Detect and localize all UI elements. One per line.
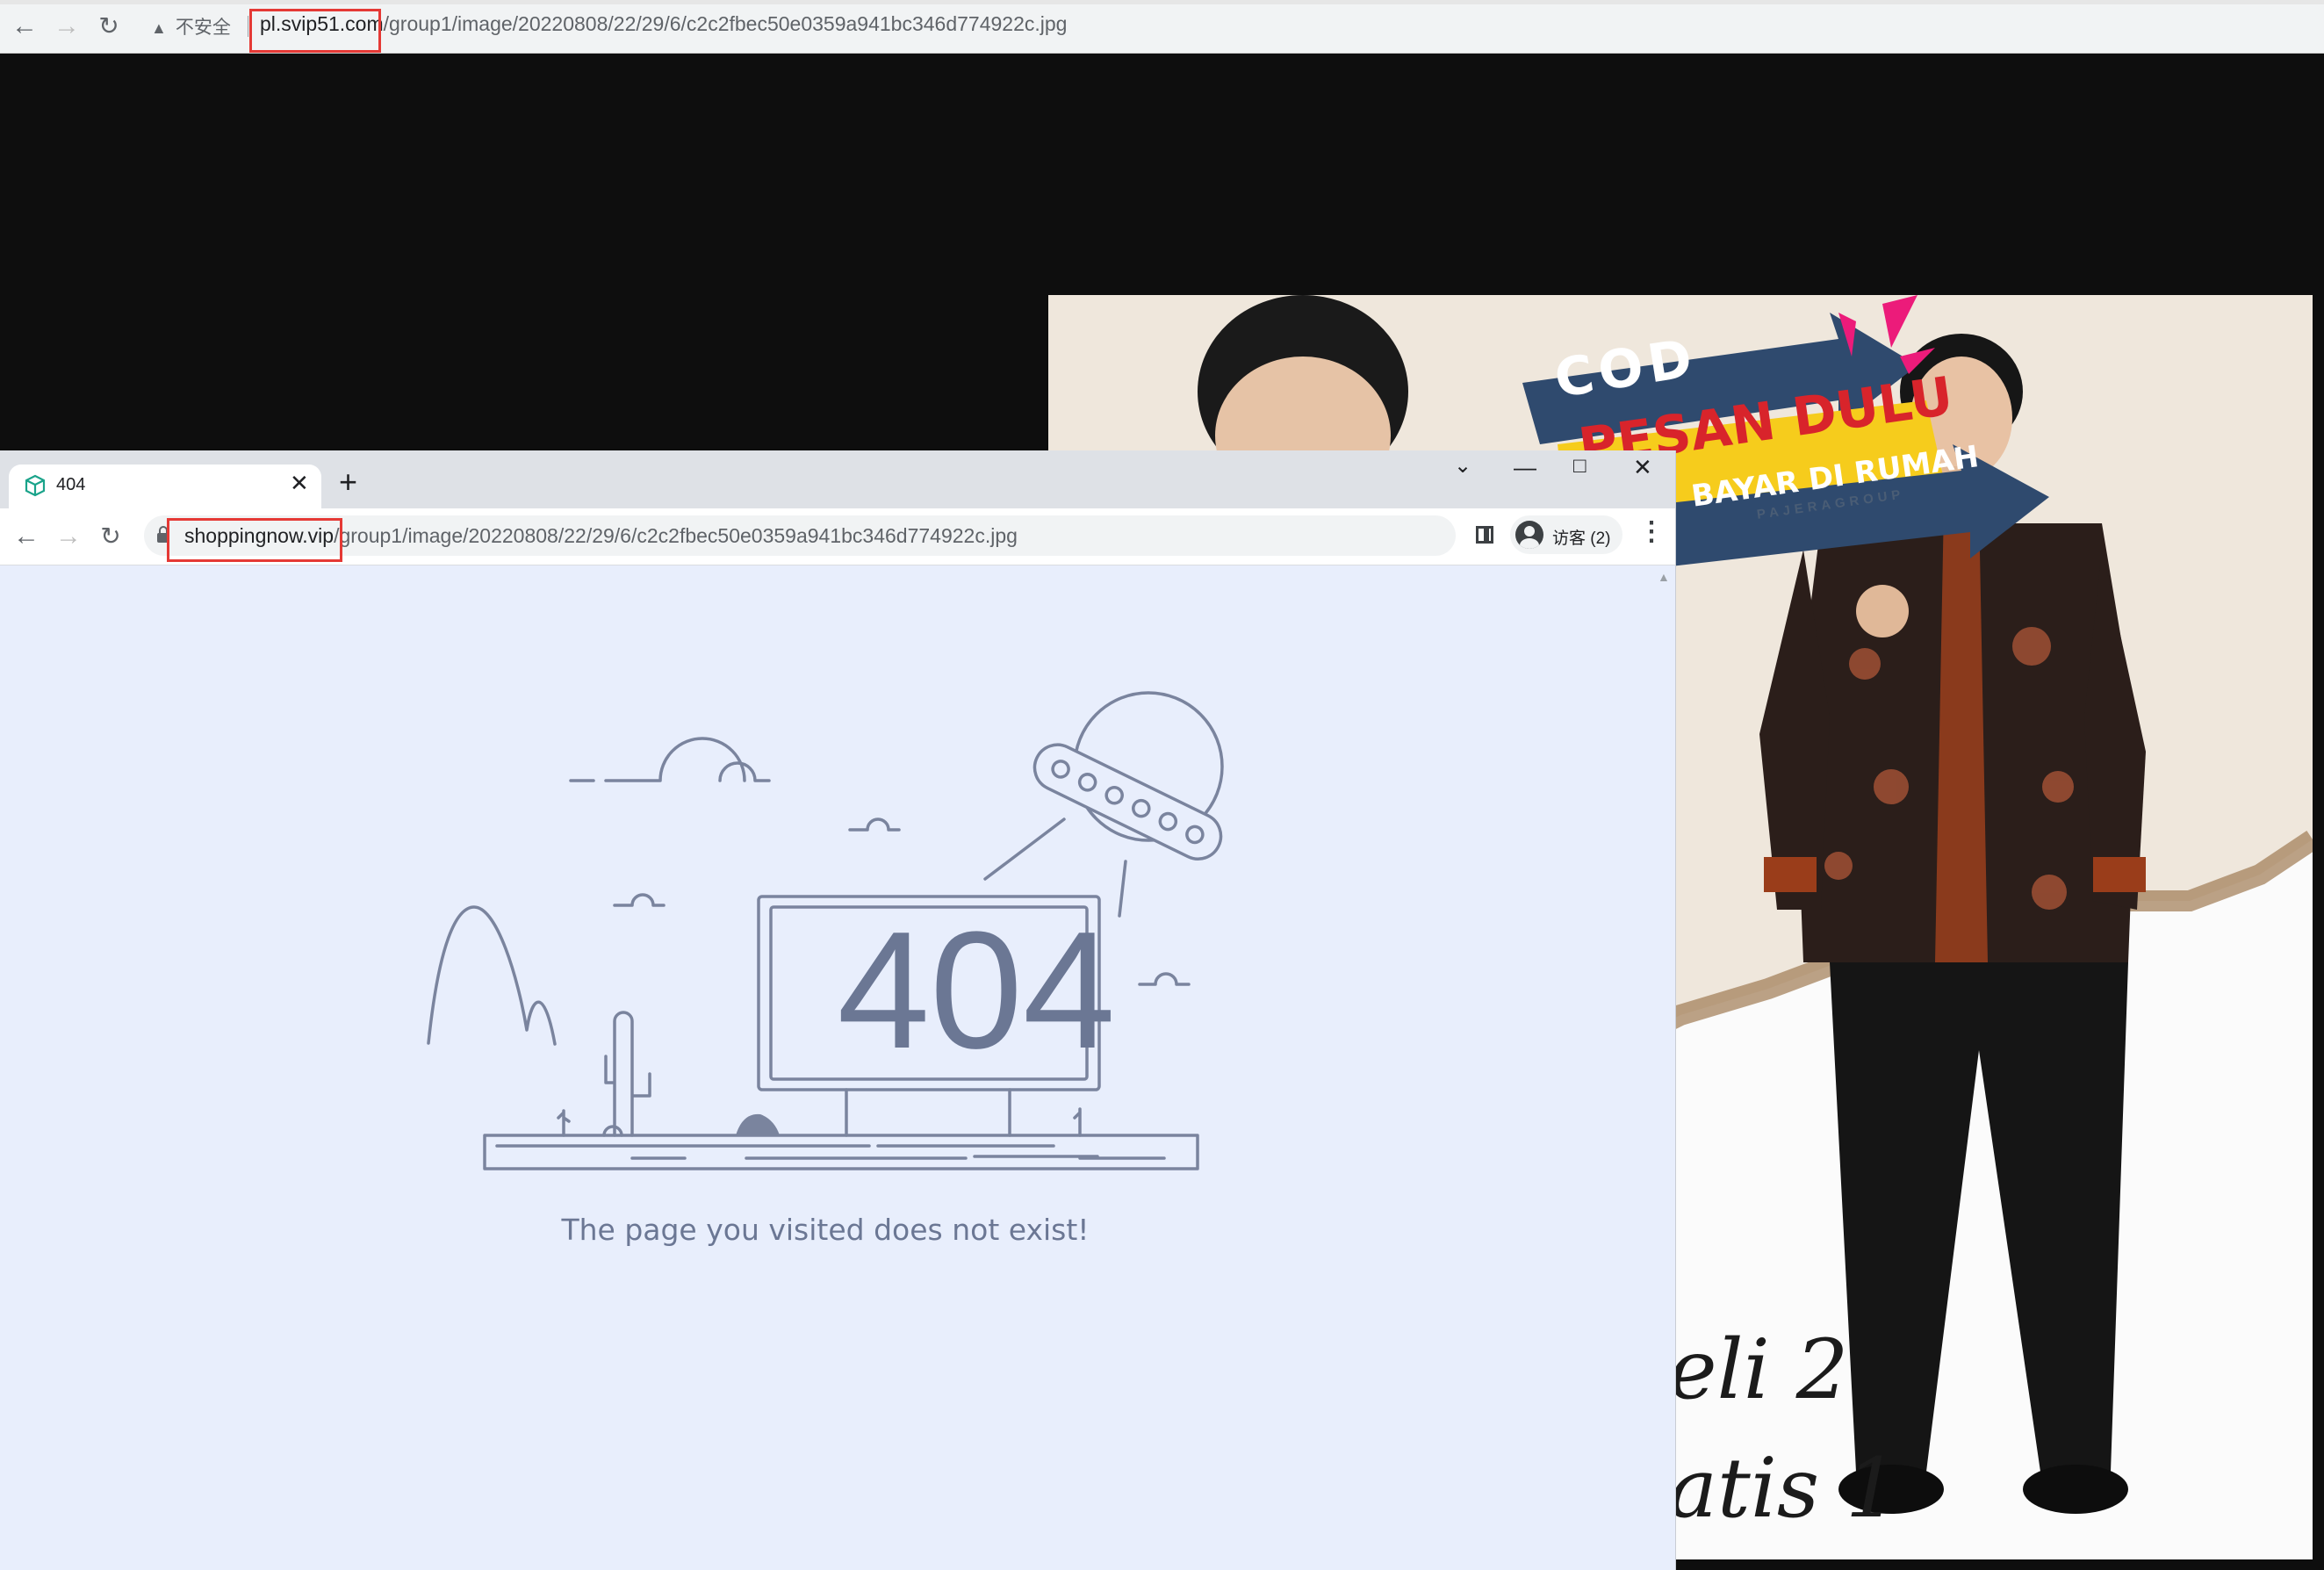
ufo-icon xyxy=(1032,743,1223,861)
toolbar-top-edge xyxy=(0,0,2324,4)
not-found-message: The page you visited does not exist! xyxy=(561,1213,1090,1247)
highlight-box xyxy=(167,518,342,562)
highlight-box xyxy=(249,9,381,53)
front-browser-window: 404 ✕ + ⌄ — □ ✕ ← → ↻ shoppingnow.vip/gr… xyxy=(0,450,1676,1570)
url-path: /group1/image/20220808/22/29/6/c2c2fbec5… xyxy=(383,12,1068,35)
warning-icon: ▲ xyxy=(151,19,167,37)
error-code: 404 xyxy=(837,897,1116,1084)
reload-icon[interactable]: ↻ xyxy=(91,9,126,44)
security-indicator[interactable]: ▲ 不安全 xyxy=(151,13,231,40)
forward-arrow-icon[interactable]: → xyxy=(49,9,84,44)
back-arrow-icon[interactable]: ← xyxy=(7,9,42,44)
script-text-line-2: atis 1 xyxy=(1668,1441,1898,1537)
script-text-line-1: eli 2 xyxy=(1668,1322,1849,1418)
back-browser-toolbar: ← → ↻ ▲ 不安全 pl.svip51.com/group1/image/20… xyxy=(0,0,2324,54)
security-label: 不安全 xyxy=(175,18,231,38)
